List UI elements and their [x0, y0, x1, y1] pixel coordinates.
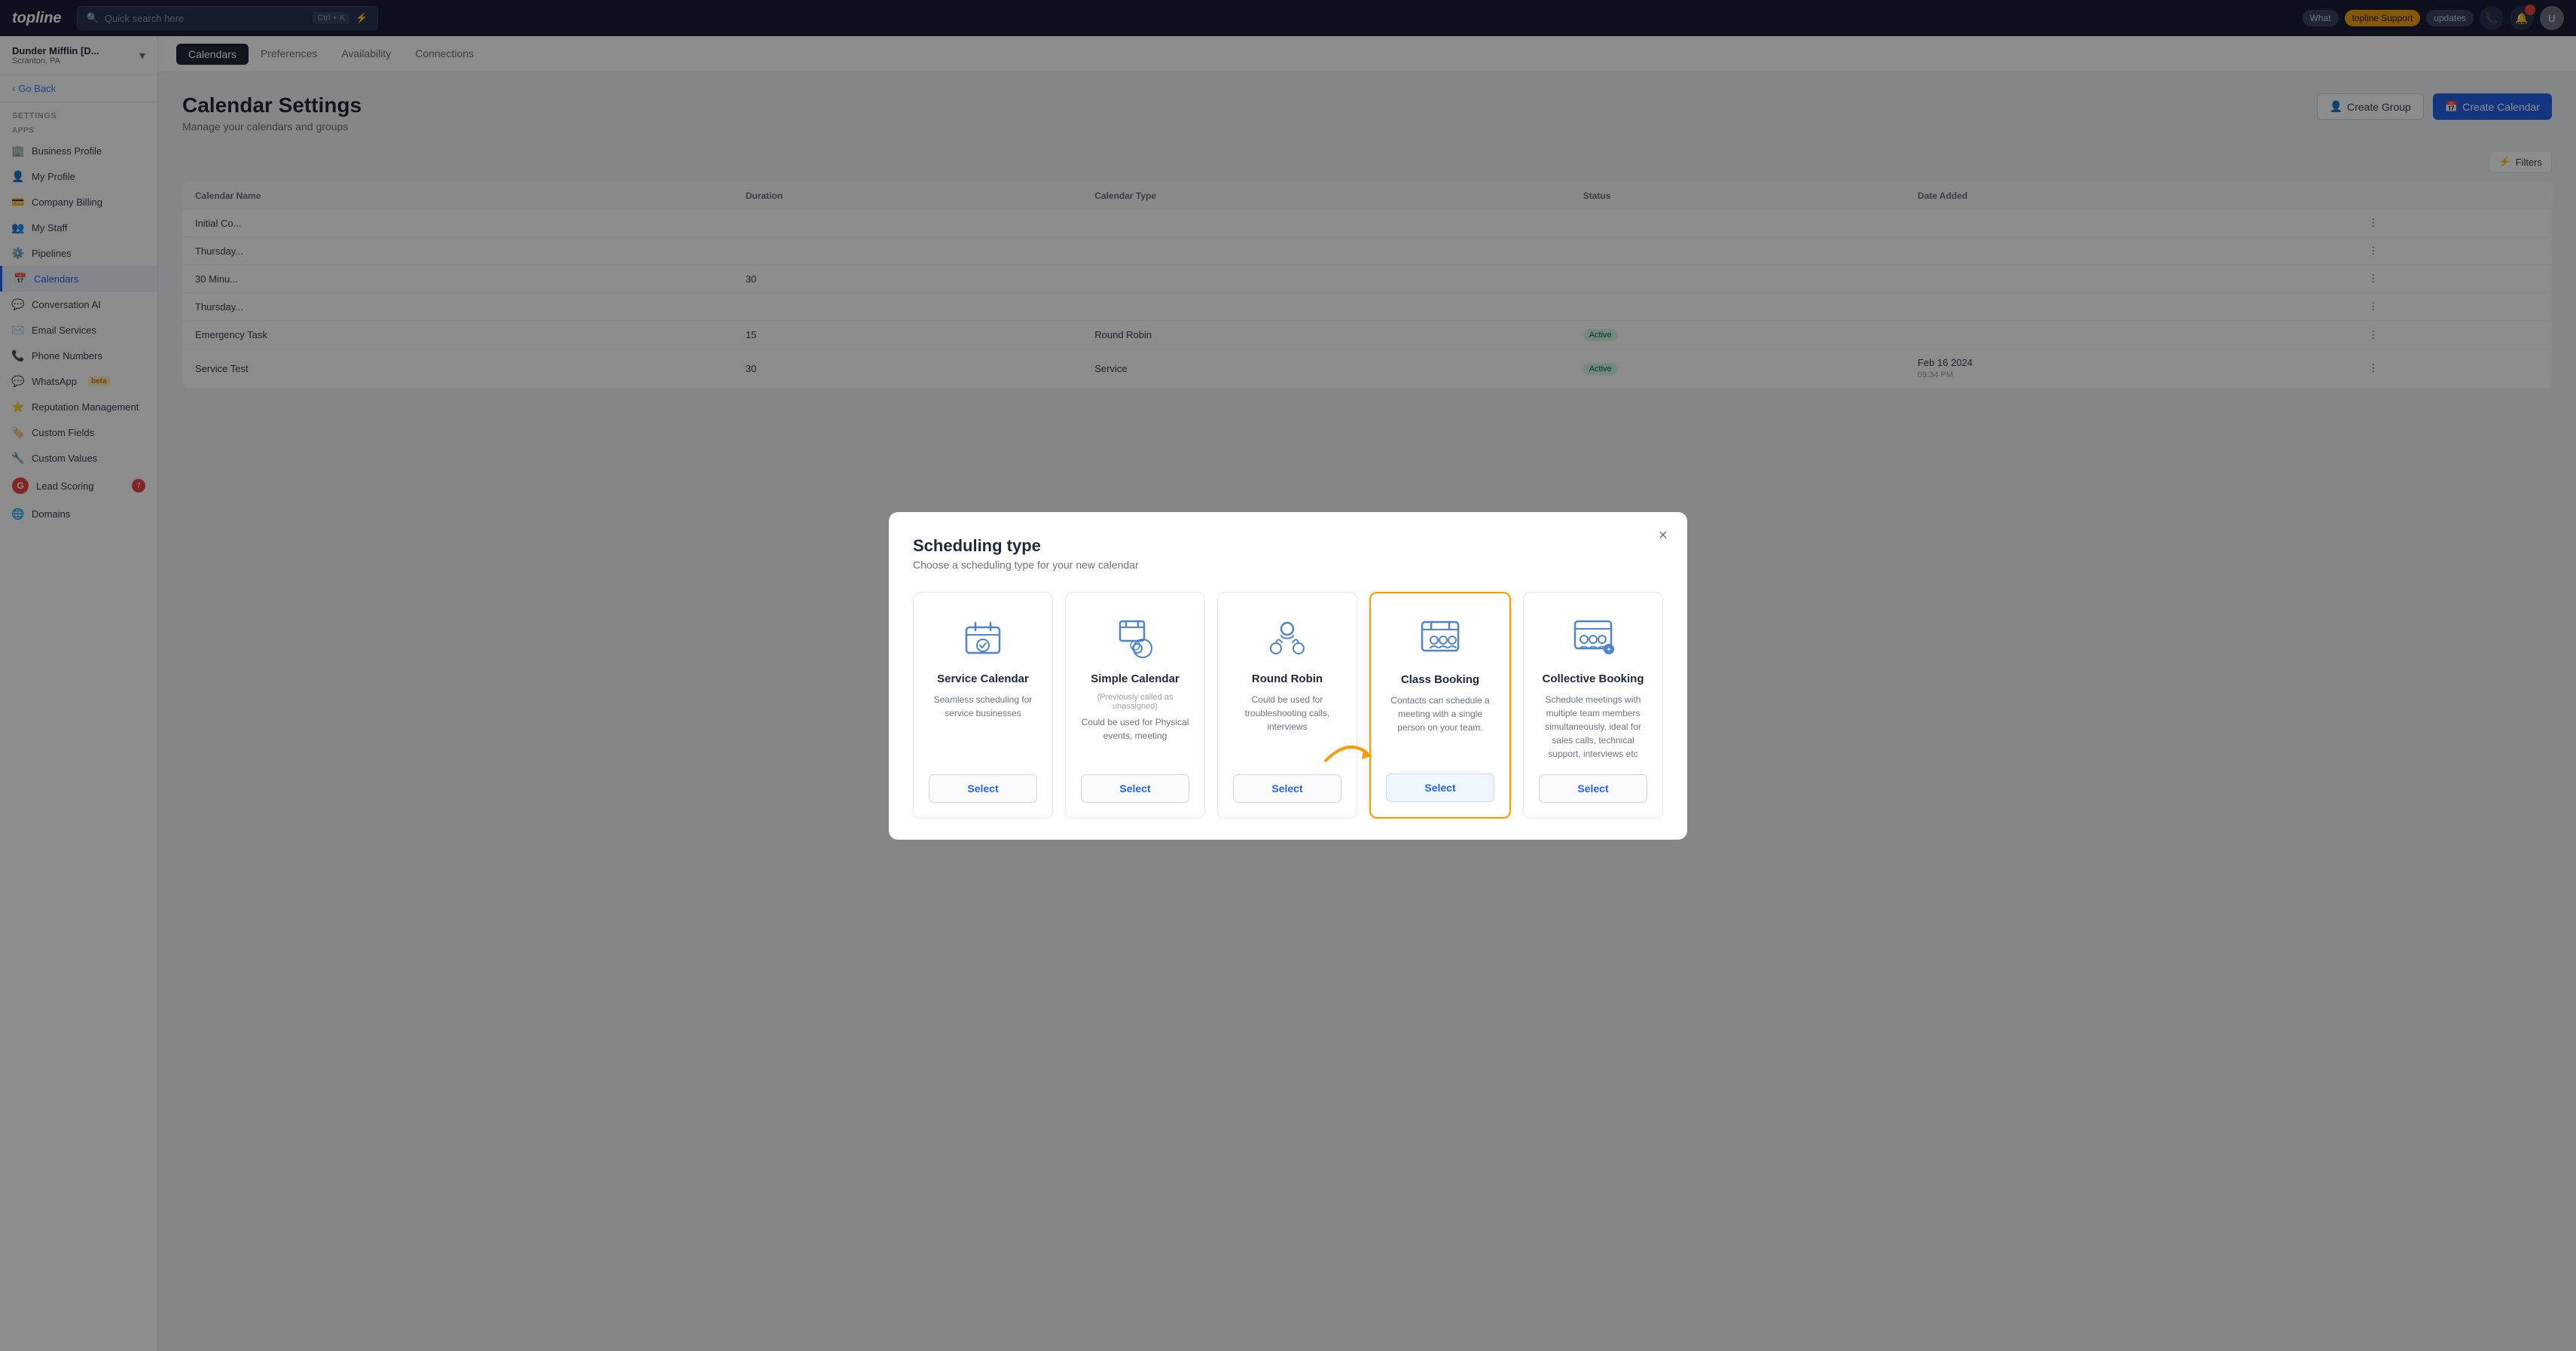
round-robin-title: Round Robin — [1252, 672, 1323, 685]
sched-card-collective-booking[interactable]: + Collective Booking Schedule meetings w… — [1523, 592, 1663, 819]
simple-calendar-select-button[interactable]: Select — [1081, 774, 1189, 803]
service-calendar-select-button[interactable]: Select — [929, 774, 1037, 803]
service-calendar-title: Service Calendar — [937, 672, 1029, 685]
simple-calendar-desc: Could be used for Physical events, meeti… — [1081, 715, 1189, 761]
svg-text:+: + — [1607, 645, 1610, 653]
class-booking-icon — [1416, 615, 1464, 663]
simple-calendar-icon — [1111, 614, 1159, 662]
modal-title: Scheduling type — [913, 536, 1663, 556]
collective-booking-title: Collective Booking — [1542, 672, 1644, 685]
service-calendar-icon — [959, 614, 1007, 662]
round-robin-select-button[interactable]: Select — [1233, 774, 1341, 803]
service-calendar-desc: Seamless scheduling for service business… — [929, 693, 1037, 761]
sched-card-class-booking[interactable]: Class Booking Contacts can schedule a me… — [1369, 592, 1511, 819]
modal-overlay[interactable]: × Scheduling type Choose a scheduling ty… — [0, 0, 2576, 1351]
round-robin-icon — [1263, 614, 1311, 662]
scheduling-type-modal: × Scheduling type Choose a scheduling ty… — [889, 512, 1687, 840]
collective-booking-icon: + — [1569, 614, 1617, 662]
modal-subtitle: Choose a scheduling type for your new ca… — [913, 559, 1663, 571]
simple-calendar-subtitle: (Previously called as unassigned) — [1081, 693, 1189, 711]
simple-calendar-title: Simple Calendar — [1091, 672, 1180, 685]
modal-close-button[interactable]: × — [1651, 524, 1675, 548]
sched-card-service-calendar[interactable]: Service Calendar Seamless scheduling for… — [913, 592, 1053, 819]
sched-card-simple-calendar[interactable]: Simple Calendar (Previously called as un… — [1065, 592, 1205, 819]
class-booking-desc: Contacts can schedule a meeting with a s… — [1386, 694, 1494, 760]
round-robin-desc: Could be used for troubleshooting calls,… — [1233, 693, 1341, 761]
class-booking-select-button[interactable]: Select — [1386, 773, 1494, 802]
collective-booking-desc: Schedule meetings with multiple team mem… — [1539, 693, 1647, 761]
collective-booking-select-button[interactable]: Select — [1539, 774, 1647, 803]
scheduling-cards: Service Calendar Seamless scheduling for… — [913, 592, 1663, 819]
class-booking-title: Class Booking — [1401, 673, 1479, 686]
sched-card-round-robin[interactable]: Round Robin Could be used for troublesho… — [1217, 592, 1357, 819]
